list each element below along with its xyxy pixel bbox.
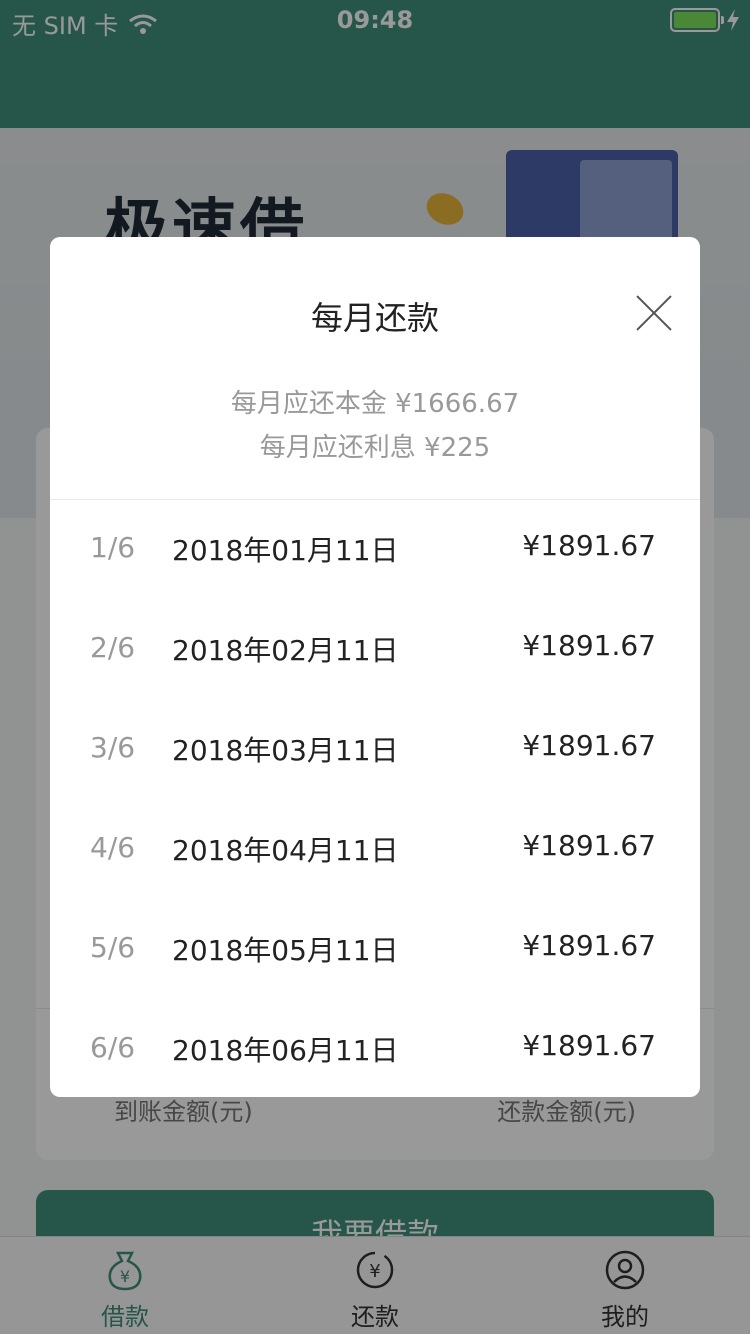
principal-summary: 每月应还本金 ¥1666.67 (230, 389, 520, 419)
installment-amount: ¥1891.67 (522, 529, 656, 562)
installment-amount: ¥1891.67 (522, 829, 656, 862)
schedule-row: 6/6 2018年06月11日 ¥1891.67 (50, 999, 700, 1097)
installment-date: 2018年03月11日 (172, 734, 399, 767)
installment-date: 2018年04月11日 (172, 834, 399, 867)
repayment-schedule-modal: 每月还款 每月应还本金 ¥1666.67 每月应还利息 ¥225 1/6 201… (50, 237, 700, 1097)
installment-index: 6/6 (90, 1031, 136, 1064)
installment-amount: ¥1891.67 (522, 729, 656, 762)
schedule-row: 2/6 2018年02月11日 ¥1891.67 (50, 599, 700, 699)
schedule-row: 4/6 2018年04月11日 ¥1891.67 (50, 799, 700, 899)
modal-title: 每月还款 (310, 299, 439, 337)
schedule-row: 3/6 2018年03月11日 ¥1891.67 (50, 699, 700, 799)
installment-date: 2018年01月11日 (172, 534, 399, 567)
installment-date: 2018年05月11日 (172, 934, 399, 967)
installment-index: 2/6 (90, 631, 136, 664)
schedule-list: 1/6 2018年01月11日 ¥1891.67 2/6 2018年02月11日… (50, 499, 700, 1097)
installment-amount: ¥1891.67 (522, 629, 656, 662)
installment-date: 2018年06月11日 (172, 1034, 399, 1067)
installment-index: 4/6 (90, 831, 136, 864)
installment-index: 1/6 (90, 531, 136, 564)
schedule-row: 5/6 2018年05月11日 ¥1891.67 (50, 899, 700, 999)
installment-index: 5/6 (90, 931, 136, 964)
installment-amount: ¥1891.67 (522, 1029, 656, 1062)
installment-index: 3/6 (90, 731, 136, 764)
schedule-row: 1/6 2018年01月11日 ¥1891.67 (50, 499, 700, 599)
close-icon[interactable] (636, 295, 672, 331)
interest-summary: 每月应还利息 ¥225 (259, 433, 491, 463)
installment-date: 2018年02月11日 (172, 634, 399, 667)
installment-amount: ¥1891.67 (522, 929, 656, 962)
